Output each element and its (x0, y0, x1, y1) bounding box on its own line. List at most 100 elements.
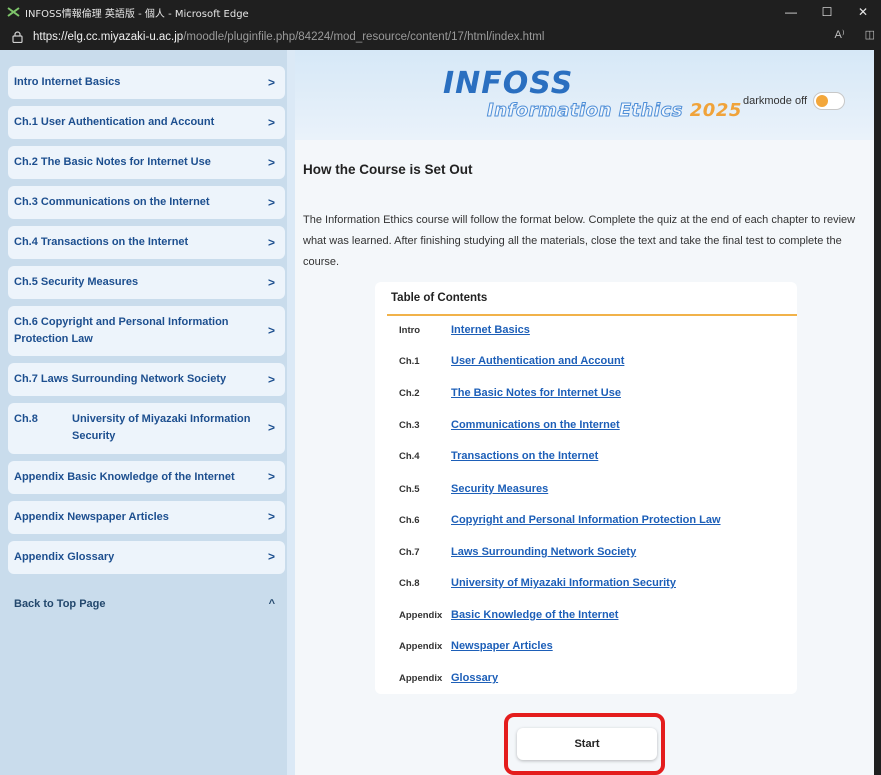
main-content: INFOSS Information Ethics 2025 darkmode … (295, 50, 881, 775)
sidebar-item-label: Newspaper Articles (67, 510, 169, 523)
toc-row: Intro Internet Basics (399, 324, 530, 336)
sidebar-item-ch1[interactable]: Ch.1 User Authentication and Account > (8, 106, 285, 140)
sidebar-item-label: Laws Surrounding Network Society (40, 373, 227, 386)
window-controls: — ☐ ✕ (773, 0, 881, 24)
darkmode-toggle[interactable] (813, 92, 846, 110)
sidebar-item-ch8[interactable]: Ch.8 University of Miyazaki Information … (8, 403, 285, 454)
back-to-top-link[interactable]: Back to Top Page ^ (8, 588, 285, 620)
sidebar-item-ch2[interactable]: Ch.2 The Basic Notes for Internet Use > (8, 146, 285, 180)
sidebar-item-intro[interactable]: Intro Internet Basics > (8, 66, 285, 100)
toc-row: Ch.2 The Basic Notes for Internet Use (399, 387, 621, 399)
chevron-right-icon: > (267, 115, 275, 130)
close-button[interactable]: ✕ (845, 0, 881, 24)
toc-row: Appendix Newspaper Articles (399, 640, 553, 652)
sidebar-item-label: Communications on the Internet (40, 196, 210, 209)
banner: INFOSS Information Ethics 2025 darkmode … (295, 50, 881, 140)
intro-paragraph: The Information Ethics course will follo… (303, 214, 856, 268)
address-right-icons: A⁾ ◫ (835, 28, 875, 41)
toc-link[interactable]: Newspaper Articles (451, 640, 553, 652)
sidebar-item-ch5[interactable]: Ch.5 Security Measures > (8, 266, 285, 300)
toc-prefix: Appendix (399, 640, 443, 652)
toc-link[interactable]: Glossary (451, 672, 498, 684)
toc-link[interactable]: Communications on the Internet (451, 419, 620, 431)
sidebar-item-ch3[interactable]: Ch.3 Communications on the Internet > (8, 186, 285, 220)
logo-subtitle: Information Ethics 2025 (487, 100, 742, 122)
address-bar[interactable]: https://elg.cc.miyazaki-u.ac.jp/moodle/p… (0, 24, 881, 50)
sidebar-item-prefix: Ch.8 (14, 413, 38, 426)
split-screen-icon[interactable]: ◫ (865, 28, 875, 41)
logo-subtitle-text: Information Ethics (487, 100, 683, 122)
maximize-button[interactable]: ☐ (809, 0, 845, 24)
toc-link[interactable]: Laws Surrounding Network Society (451, 546, 636, 558)
chevron-right-icon: > (267, 275, 275, 290)
sidebar-item-appendix-glossary[interactable]: Appendix Glossary > (8, 540, 285, 574)
sidebar-item-label: Security Measures (40, 276, 139, 289)
sidebar-item-prefix: Ch.2 (14, 156, 38, 169)
toc-link[interactable]: University of Miyazaki Information Secur… (451, 577, 676, 589)
lock-icon[interactable] (12, 31, 23, 44)
sidebar-item-prefix: Ch.6 (14, 316, 38, 329)
start-button[interactable]: Start (517, 728, 657, 760)
toc-prefix: Ch.3 (399, 419, 420, 431)
url-path: /moodle/pluginfile.php/84224/mod_resourc… (183, 31, 545, 43)
sidebar-item-label: Copyright and Personal Information Prote… (14, 316, 229, 346)
window-titlebar: INFOSS情報倫理 英語版 - 個人 - Microsoft Edge — ☐… (0, 0, 881, 24)
toc-divider (387, 314, 797, 316)
toc-prefix: Ch.5 (399, 483, 420, 495)
sidebar-item-prefix: Ch.3 (14, 196, 38, 209)
sidebar-item-label: Glossary (67, 550, 115, 563)
chevron-right-icon: > (267, 469, 275, 484)
sidebar-item-ch7[interactable]: Ch.7 Laws Surrounding Network Society > (8, 363, 285, 397)
toc-link[interactable]: Basic Knowledge of the Internet (451, 609, 618, 621)
sidebar-item-prefix: Appendix (14, 470, 65, 483)
back-to-top-label: Back to Top Page (14, 597, 106, 610)
chevron-right-icon: > (267, 421, 275, 436)
toc-prefix: Appendix (399, 609, 443, 621)
chevron-right-icon: > (267, 235, 275, 250)
page-title: How the Course is Set Out (303, 162, 473, 177)
sidebar-item-prefix: Intro (14, 76, 39, 88)
chevron-right-icon: > (267, 372, 275, 387)
toc-link[interactable]: The Basic Notes for Internet Use (451, 387, 621, 399)
toc-row: Ch.1 User Authentication and Account (399, 355, 624, 367)
toc-row: Ch.4 Transactions on the Internet (399, 450, 598, 462)
toc-link[interactable]: Internet Basics (451, 324, 530, 336)
toc-row: Ch.5 Security Measures (399, 483, 548, 495)
sidebar: Intro Internet Basics > Ch.1 User Authen… (0, 50, 287, 775)
toc-row: Appendix Basic Knowledge of the Internet (399, 609, 618, 621)
toc-row: Appendix Glossary (399, 672, 498, 684)
toc-row: Ch.3 Communications on the Internet (399, 419, 620, 431)
read-aloud-icon[interactable]: A⁾ (835, 28, 845, 41)
sidebar-item-ch6[interactable]: Ch.6 Copyright and Personal Information … (8, 306, 285, 357)
chevron-right-icon: > (267, 324, 275, 339)
toc-row: Ch.7 Laws Surrounding Network Society (399, 546, 636, 558)
sidebar-item-prefix: Appendix (14, 550, 65, 563)
window-title: INFOSS情報倫理 英語版 - 個人 - Microsoft Edge (25, 8, 249, 20)
toc-row: Ch.6 Copyright and Personal Information P… (399, 514, 721, 526)
toc-prefix: Appendix (399, 672, 443, 684)
toc-prefix: Ch.1 (399, 355, 420, 367)
chevron-right-icon: > (267, 155, 275, 170)
sidebar-item-appendix-newspaper[interactable]: Appendix Newspaper Articles > (8, 500, 285, 534)
chevron-right-icon: > (267, 549, 275, 564)
toc-title: Table of Contents (391, 292, 488, 304)
toc-link[interactable]: Transactions on the Internet (451, 450, 598, 462)
sidebar-item-label: The Basic Notes for Internet Use (40, 156, 211, 169)
sidebar-item-label: User Authentication and Account (40, 116, 215, 129)
sidebar-item-appendix-basic-knowledge[interactable]: Appendix Basic Knowledge of the Internet… (8, 460, 285, 494)
sidebar-item-prefix: Appendix (14, 510, 65, 523)
sidebar-item-label: Transactions on the Internet (40, 236, 189, 249)
toc-prefix: Ch.6 (399, 514, 420, 526)
sidebar-item-prefix: Ch.4 (14, 236, 38, 249)
url-host: https://elg.cc.miyazaki-u.ac.jp (33, 31, 184, 43)
table-of-contents: Table of Contents Intro Internet Basics C… (375, 282, 797, 694)
toc-link[interactable]: Security Measures (451, 483, 548, 495)
minimize-button[interactable]: — (773, 0, 809, 24)
toc-link[interactable]: Copyright and Personal Information Prote… (451, 514, 721, 526)
toc-link[interactable]: User Authentication and Account (451, 355, 624, 367)
sidebar-item-ch4[interactable]: Ch.4 Transactions on the Internet > (8, 226, 285, 260)
sidebar-item-prefix: Ch.1 (14, 116, 38, 129)
page-viewport: Intro Internet Basics > Ch.1 User Authen… (0, 50, 881, 775)
sidebar-item-label: University of Miyazaki Information Secur… (72, 413, 251, 443)
chevron-up-icon: ^ (268, 597, 275, 610)
